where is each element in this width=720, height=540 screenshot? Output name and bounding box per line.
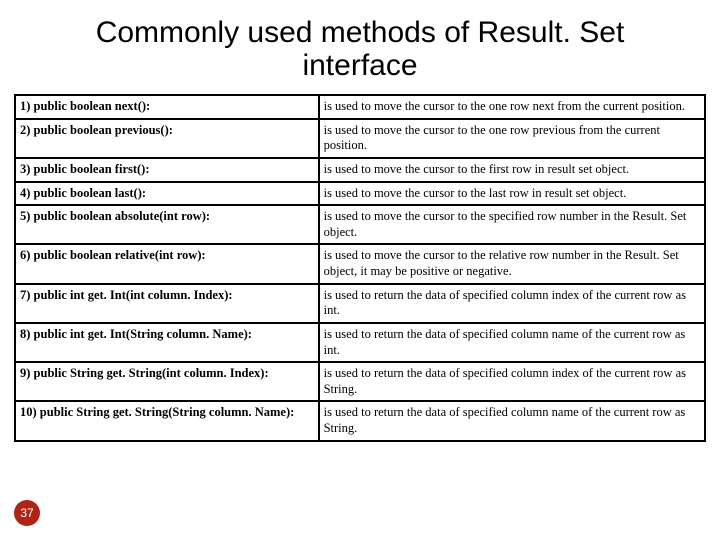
method-signature: 2) public boolean previous(): (15, 119, 319, 158)
method-signature: 10) public String get. String(String col… (15, 401, 319, 440)
method-signature: 7) public int get. Int(int column. Index… (15, 284, 319, 323)
method-signature: 8) public int get. Int(String column. Na… (15, 323, 319, 362)
method-signature: 5) public boolean absolute(int row): (15, 205, 319, 244)
table-row: 5) public boolean absolute(int row): is … (15, 205, 705, 244)
table-row: 2) public boolean previous(): is used to… (15, 119, 705, 158)
method-description: is used to move the cursor to the relati… (319, 244, 705, 283)
method-description: is used to move the cursor to the first … (319, 158, 705, 182)
method-signature: 1) public boolean next(): (15, 95, 319, 119)
table-row: 7) public int get. Int(int column. Index… (15, 284, 705, 323)
method-description: is used to return the data of specified … (319, 284, 705, 323)
table-row: 4) public boolean last(): is used to mov… (15, 182, 705, 206)
method-description: is used to move the cursor to the one ro… (319, 119, 705, 158)
table-row: 3) public boolean first(): is used to mo… (15, 158, 705, 182)
slide: Commonly used methods of Result. Set int… (0, 0, 720, 540)
table-row: 10) public String get. String(String col… (15, 401, 705, 440)
method-description: is used to move the cursor to the last r… (319, 182, 705, 206)
page-number-badge: 37 (14, 500, 40, 526)
method-signature: 9) public String get. String(int column.… (15, 362, 319, 401)
table-row: 1) public boolean next(): is used to mov… (15, 95, 705, 119)
table-row: 8) public int get. Int(String column. Na… (15, 323, 705, 362)
table-row: 6) public boolean relative(int row): is … (15, 244, 705, 283)
methods-table: 1) public boolean next(): is used to mov… (14, 94, 706, 442)
method-description: is used to move the cursor to the one ro… (319, 95, 705, 119)
method-description: is used to move the cursor to the specif… (319, 205, 705, 244)
table-row: 9) public String get. String(int column.… (15, 362, 705, 401)
method-description: is used to return the data of specified … (319, 362, 705, 401)
slide-title: Commonly used methods of Result. Set int… (14, 8, 706, 94)
method-signature: 4) public boolean last(): (15, 182, 319, 206)
method-signature: 3) public boolean first(): (15, 158, 319, 182)
method-description: is used to return the data of specified … (319, 323, 705, 362)
method-signature: 6) public boolean relative(int row): (15, 244, 319, 283)
method-description: is used to return the data of specified … (319, 401, 705, 440)
